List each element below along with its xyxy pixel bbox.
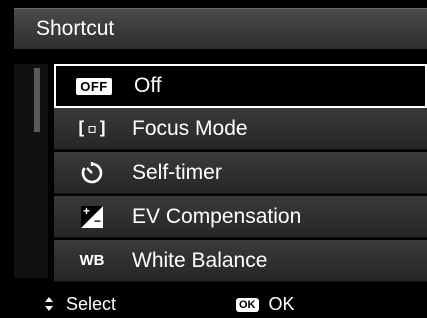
menu-item-label: Focus Mode [132,116,248,140]
camera-menu-screen: Shortcut OFF Off [▫] Focus Mode Self-tim… [0,0,427,318]
menu-header: Shortcut [14,8,427,49]
self-timer-icon [68,152,116,193]
menu-item-label: White Balance [132,248,268,272]
focus-mode-icon: [▫] [75,118,109,139]
off-icon: OFF [70,66,118,106]
ok-hint: OK OK [236,294,295,315]
ok-hint-label: OK [268,294,295,314]
select-hint: Select [44,294,116,315]
menu-item-white-balance[interactable]: WB White Balance [54,240,427,282]
shortcut-list: OFF Off [▫] Focus Mode Self-timer + − EV… [54,64,427,284]
scrollbar-thumb[interactable] [34,68,40,132]
ev-compensation-icon: + − [81,203,103,228]
menu-item-focus-mode[interactable]: [▫] Focus Mode [54,108,427,150]
menu-item-label: Off [134,74,162,97]
menu-item-ev-compensation[interactable]: + − EV Compensation [54,196,427,238]
scrollbar-track[interactable] [14,64,48,278]
off-badge: OFF [76,77,112,95]
menu-item-label: Self-timer [132,160,222,184]
up-down-arrows-icon [44,296,54,314]
select-hint-label: Select [66,294,117,314]
menu-item-label: EV Compensation [132,204,302,228]
page-title: Shortcut [36,17,115,40]
footer-hints: Select OK OK [14,291,427,318]
white-balance-icon: WB [79,252,105,269]
menu-item-self-timer[interactable]: Self-timer [54,152,427,194]
ok-button-icon: OK [236,297,259,312]
menu-item-off[interactable]: OFF Off [54,64,427,108]
